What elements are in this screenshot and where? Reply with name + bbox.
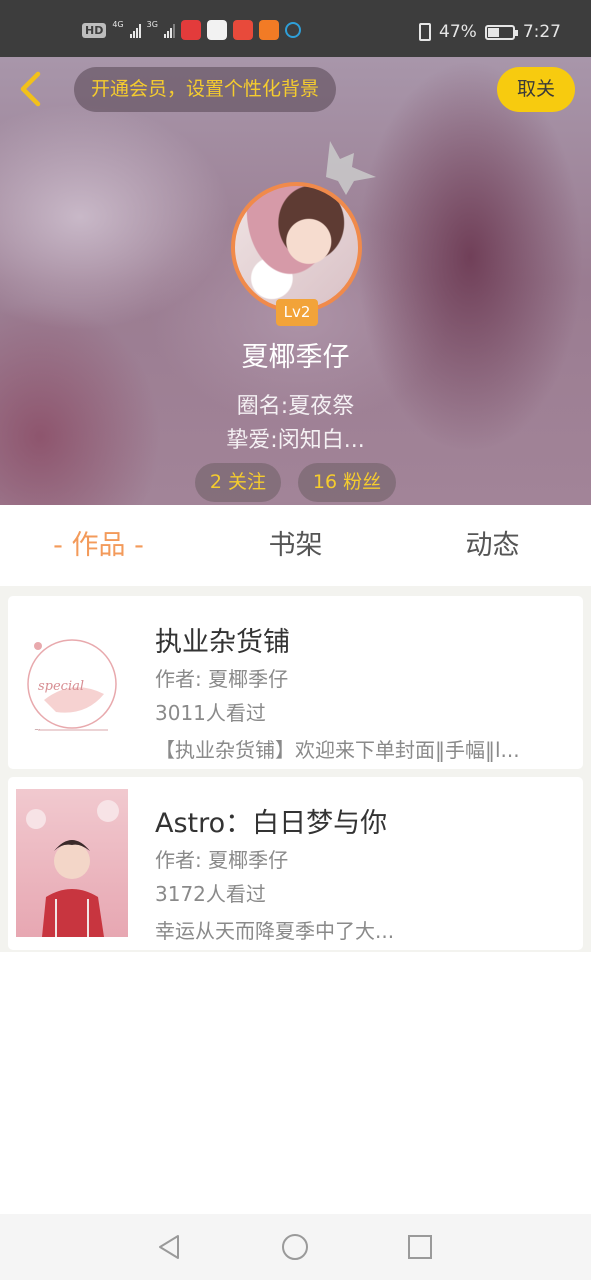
- cover-art: special ~: [16, 608, 128, 756]
- work-author: 作者: 夏椰季仔: [155, 848, 289, 872]
- back-button[interactable]: [12, 69, 52, 109]
- system-nav-bar: [0, 1214, 591, 1280]
- unfollow-button[interactable]: 取关: [497, 67, 575, 112]
- work-description: 【执业杂货铺】欢迎来下单封面‖手幅‖l...: [155, 738, 520, 762]
- tab-works[interactable]: - 作品 -: [0, 505, 197, 586]
- battery-percent: 47%: [439, 22, 477, 42]
- username: 夏椰季仔: [241, 342, 350, 373]
- nav-recents-icon[interactable]: [405, 1232, 435, 1262]
- cover-art: [16, 789, 128, 937]
- signal-icon: [129, 22, 141, 38]
- avatar[interactable]: [231, 182, 362, 313]
- battery-fill: [487, 27, 499, 37]
- work-description: 幸运从天而降夏季中了大...: [155, 919, 395, 943]
- network-type-1: 4G: [112, 19, 124, 29]
- svg-text:special: special: [38, 679, 84, 694]
- nav-back-icon[interactable]: [154, 1232, 184, 1262]
- work-views: 3172人看过: [155, 882, 266, 906]
- favorite-text: 挚爱:闵知白...: [226, 428, 365, 453]
- status-bar: HD 4G 3G 47% 7:27: [0, 0, 591, 57]
- crown-icon: [326, 141, 376, 195]
- level-badge: Lv2: [276, 299, 318, 326]
- nav-home-icon[interactable]: [280, 1232, 310, 1262]
- tab-activity[interactable]: 动态: [394, 505, 591, 586]
- status-left-icons: HD 4G 3G: [82, 20, 301, 40]
- clock: 7:27: [522, 22, 561, 42]
- works-list: special ~ 执业杂货铺 作者: 夏椰季仔 3011人看过 【执业杂货铺】…: [0, 586, 591, 952]
- battery-icon: [484, 24, 518, 40]
- work-views: 3011人看过: [155, 701, 266, 725]
- vip-promo-button[interactable]: 开通会员，设置个性化背景: [74, 67, 337, 112]
- tab-bar: - 作品 - 书架 动态: [0, 505, 591, 586]
- paw-app-icon: [206, 20, 227, 40]
- work-author: 作者: 夏椰季仔: [155, 667, 289, 691]
- followers-button[interactable]: 16 粉丝: [298, 463, 396, 502]
- profile-header: 开通会员，设置个性化背景 取关 Lv2 夏椰季仔 圈名:夏夜祭 挚爱:闵知白..…: [0, 57, 591, 505]
- list-item[interactable]: special ~ 执业杂货铺 作者: 夏椰季仔 3011人看过 【执业杂货铺】…: [8, 596, 583, 769]
- taobao-app-icon: [258, 20, 279, 40]
- signal-icon-2: [163, 22, 175, 38]
- following-button[interactable]: 2 关注: [195, 463, 281, 502]
- tab-bookshelf[interactable]: 书架: [197, 505, 394, 586]
- cover-image: special ~: [16, 608, 128, 756]
- vibrate-icon: [419, 23, 432, 41]
- headset-app-icon: [284, 22, 301, 38]
- chevron-left-icon: [20, 71, 41, 107]
- book-app-icon: [232, 20, 253, 40]
- toutiao-app-icon: [180, 20, 201, 40]
- cover-image: [16, 789, 128, 937]
- work-title: Astro：白日梦与你: [155, 808, 388, 839]
- list-item[interactable]: Astro：白日梦与你 作者: 夏椰季仔 3172人看过 幸运从天而降夏季中了大…: [8, 777, 583, 950]
- work-title: 执业杂货铺: [155, 627, 290, 658]
- circle-name: 圈名:夏夜祭: [236, 394, 355, 419]
- network-type-2: 3G: [146, 19, 158, 29]
- hd-badge: HD: [82, 22, 107, 38]
- status-right-icons: 47% 7:27: [419, 22, 561, 42]
